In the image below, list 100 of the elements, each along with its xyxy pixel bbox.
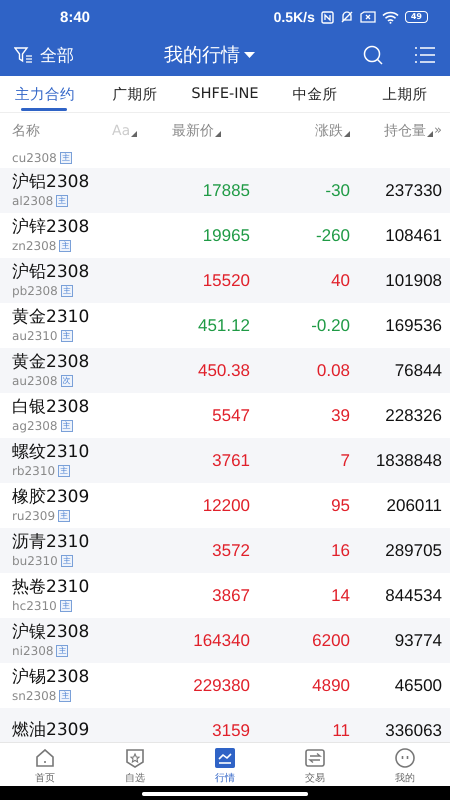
dropdown-caret-icon[interactable] <box>244 52 255 58</box>
contract-name: 沪铅2308 <box>12 262 90 283</box>
contract-badge: 主 <box>58 465 70 477</box>
contract-name: 沪锌2308 <box>12 217 90 238</box>
quote-row[interactable]: 黄金2308 au2308 次 450.38 0.08 76844 <box>0 348 450 393</box>
open-interest: 101908 <box>384 270 442 290</box>
quote-row[interactable]: 沪铝2308 al2308 主 17885 -30 237330 <box>0 168 450 213</box>
quote-row[interactable]: 热卷2310 hc2310 主 3867 14 844534 <box>0 573 450 618</box>
nav-tab[interactable]: 自选 <box>90 743 180 786</box>
latest-price: 3572 <box>211 540 250 560</box>
price-change: 39 <box>330 406 350 426</box>
sort-icon <box>215 130 221 136</box>
home-indicator[interactable] <box>142 792 308 796</box>
search-icon[interactable] <box>362 44 384 66</box>
exchange-tab[interactable]: 广期所 <box>90 76 180 112</box>
price-change: -260 <box>314 226 350 246</box>
contract-code: sn2308 <box>12 688 56 704</box>
status-time: 8:40 <box>60 8 92 26</box>
quote-row[interactable]: 螺纹2310 rb2310 主 3761 7 1838848 <box>0 438 450 483</box>
contract-badge: 主 <box>60 152 72 164</box>
open-interest: 228326 <box>384 406 442 426</box>
open-interest: 289705 <box>384 540 442 560</box>
contract-name: 螺纹2310 <box>12 442 90 463</box>
price-change: 11 <box>331 720 350 740</box>
latest-price: 451.12 <box>197 316 250 336</box>
quote-row[interactable]: 黄金2310 au2310 主 451.12 -0.20 169536 <box>0 303 450 348</box>
price-change: 4890 <box>311 676 350 696</box>
contract-badge: 主 <box>58 510 70 522</box>
contract-code: rb2310 <box>12 463 56 479</box>
price-change: 40 <box>330 270 350 290</box>
contract-name: 热卷2310 <box>12 577 90 598</box>
nav-tab[interactable]: 行情 <box>180 743 270 786</box>
open-interest: 93774 <box>394 630 442 650</box>
contract-badge: 主 <box>60 420 73 432</box>
latest-price: 3761 <box>211 450 250 470</box>
quote-row[interactable]: 沥青2310 bu2310 主 3572 16 289705 <box>0 528 450 573</box>
contract-name: 黄金2308 <box>12 352 90 373</box>
contract-code: bu2310 <box>12 553 58 569</box>
open-interest: 206011 <box>386 496 442 516</box>
chart-icon <box>214 747 236 769</box>
exchange-tab[interactable]: 中金所 <box>270 76 360 112</box>
contract-badge: 主 <box>60 285 73 297</box>
latest-price: 229380 <box>192 676 250 696</box>
quote-row[interactable]: 白银2308 ag2308 主 5547 39 228326 <box>0 393 450 438</box>
swap-icon <box>304 747 326 769</box>
price-change: 16 <box>330 540 350 560</box>
latest-price: 450.38 <box>197 360 250 380</box>
latest-price: 19965 <box>202 226 250 246</box>
filter-label[interactable]: 全部 <box>40 44 74 66</box>
bell-muted-icon <box>340 10 354 24</box>
price-change: 14 <box>330 586 350 606</box>
contract-code: pb2308 <box>12 283 58 299</box>
page-title[interactable]: 我的行情 <box>164 42 240 68</box>
contract-name: 燃油2309 <box>12 720 90 741</box>
face-icon <box>394 747 416 769</box>
contract-code: ni2308 <box>12 643 54 659</box>
nav-tab[interactable]: 首页 <box>0 743 90 786</box>
column-header: 名称 <box>12 122 40 140</box>
price-change: 6200 <box>311 630 350 650</box>
more-columns-icon[interactable]: » <box>434 123 442 138</box>
quote-row[interactable]: 沪铅2308 pb2308 主 15520 40 101908 <box>0 258 450 303</box>
quote-row[interactable]: 沪锌2308 zn2308 主 19965 -260 108461 <box>0 213 450 258</box>
sim-icon <box>360 11 376 23</box>
contract-badge: 次 <box>60 375 72 387</box>
open-interest: 336063 <box>384 720 442 740</box>
contract-badge: 主 <box>60 600 72 612</box>
nav-tab[interactable]: 交易 <box>270 743 360 786</box>
quote-row[interactable]: 沪锡2308 sn2308 主 229380 4890 46500 <box>0 663 450 708</box>
price-change: 95 <box>330 496 350 516</box>
latest-price: 15520 <box>202 270 250 290</box>
column-header[interactable]: 涨跌 <box>315 122 343 140</box>
sort-icon <box>131 130 138 136</box>
exchange-tab[interactable]: 上期所 <box>360 76 450 112</box>
contract-code: cu2308 <box>12 150 57 166</box>
open-interest: 844534 <box>384 586 442 606</box>
home-icon <box>34 747 56 769</box>
quote-row[interactable]: 沪镍2308 ni2308 主 164340 6200 93774 <box>0 618 450 663</box>
open-interest: 46500 <box>394 676 442 696</box>
latest-price: 17885 <box>202 180 250 200</box>
contract-code: ru2309 <box>12 508 56 524</box>
quote-row[interactable]: 燃油2309 3159 11 336063 <box>0 708 450 742</box>
contract-code: au2308 <box>12 373 58 389</box>
contract-badge: 主 <box>60 330 72 342</box>
menu-icon[interactable] <box>414 46 436 64</box>
nav-tab[interactable]: 我的 <box>360 743 450 786</box>
price-change: 0.08 <box>316 360 350 380</box>
column-header[interactable]: 持仓量 <box>384 122 426 140</box>
filter-icon[interactable] <box>14 46 34 64</box>
latest-price: 3867 <box>211 586 250 606</box>
latest-price: 164340 <box>192 630 250 650</box>
battery-level: 49 <box>404 11 428 23</box>
quote-row[interactable]: 橡胶2309 ru2309 主 12200 95 206011 <box>0 483 450 528</box>
exchange-tab[interactable]: 主力合约 <box>0 76 90 112</box>
open-interest: 1838848 <box>374 450 442 470</box>
open-interest: 108461 <box>384 226 442 246</box>
contract-name: 沪锡2308 <box>12 667 90 688</box>
exchange-tab[interactable]: SHFE-INE <box>180 76 270 112</box>
contract-code: au2310 <box>12 328 58 344</box>
contract-badge: 主 <box>60 555 73 567</box>
column-header[interactable]: 最新价 <box>172 122 214 140</box>
